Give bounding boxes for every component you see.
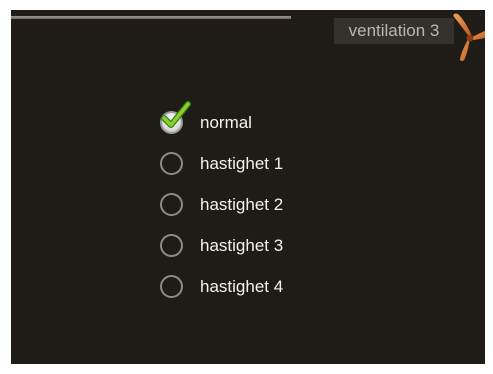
option-label: hastighet 4 bbox=[200, 277, 284, 296]
option-hastighet-2[interactable]: hastighet 2 bbox=[158, 187, 338, 228]
option-label: hastighet 3 bbox=[200, 236, 284, 255]
page-title: ventilation 3 bbox=[334, 18, 454, 44]
option-hastighet-4[interactable]: hastighet 4 bbox=[158, 269, 338, 310]
option-hastighet-1[interactable]: hastighet 1 bbox=[158, 146, 338, 187]
display-screen: ventilation 3 normal hastighet 1 hastigh… bbox=[11, 10, 485, 364]
option-label: hastighet 1 bbox=[200, 154, 284, 173]
fan-icon bbox=[453, 13, 485, 62]
radio-unchecked[interactable] bbox=[160, 193, 183, 216]
checkmark-icon bbox=[161, 101, 191, 128]
option-label: hastighet 2 bbox=[200, 195, 284, 214]
option-hastighet-3[interactable]: hastighet 3 bbox=[158, 228, 338, 269]
speed-option-list: normal hastighet 1 hastighet 2 hastighet… bbox=[158, 101, 338, 310]
option-normal[interactable]: normal bbox=[158, 101, 338, 146]
radio-unchecked[interactable] bbox=[160, 152, 183, 175]
radio-unchecked[interactable] bbox=[160, 275, 183, 298]
option-label: normal bbox=[200, 113, 252, 132]
radio-unchecked[interactable] bbox=[160, 234, 183, 257]
top-divider bbox=[11, 16, 291, 19]
